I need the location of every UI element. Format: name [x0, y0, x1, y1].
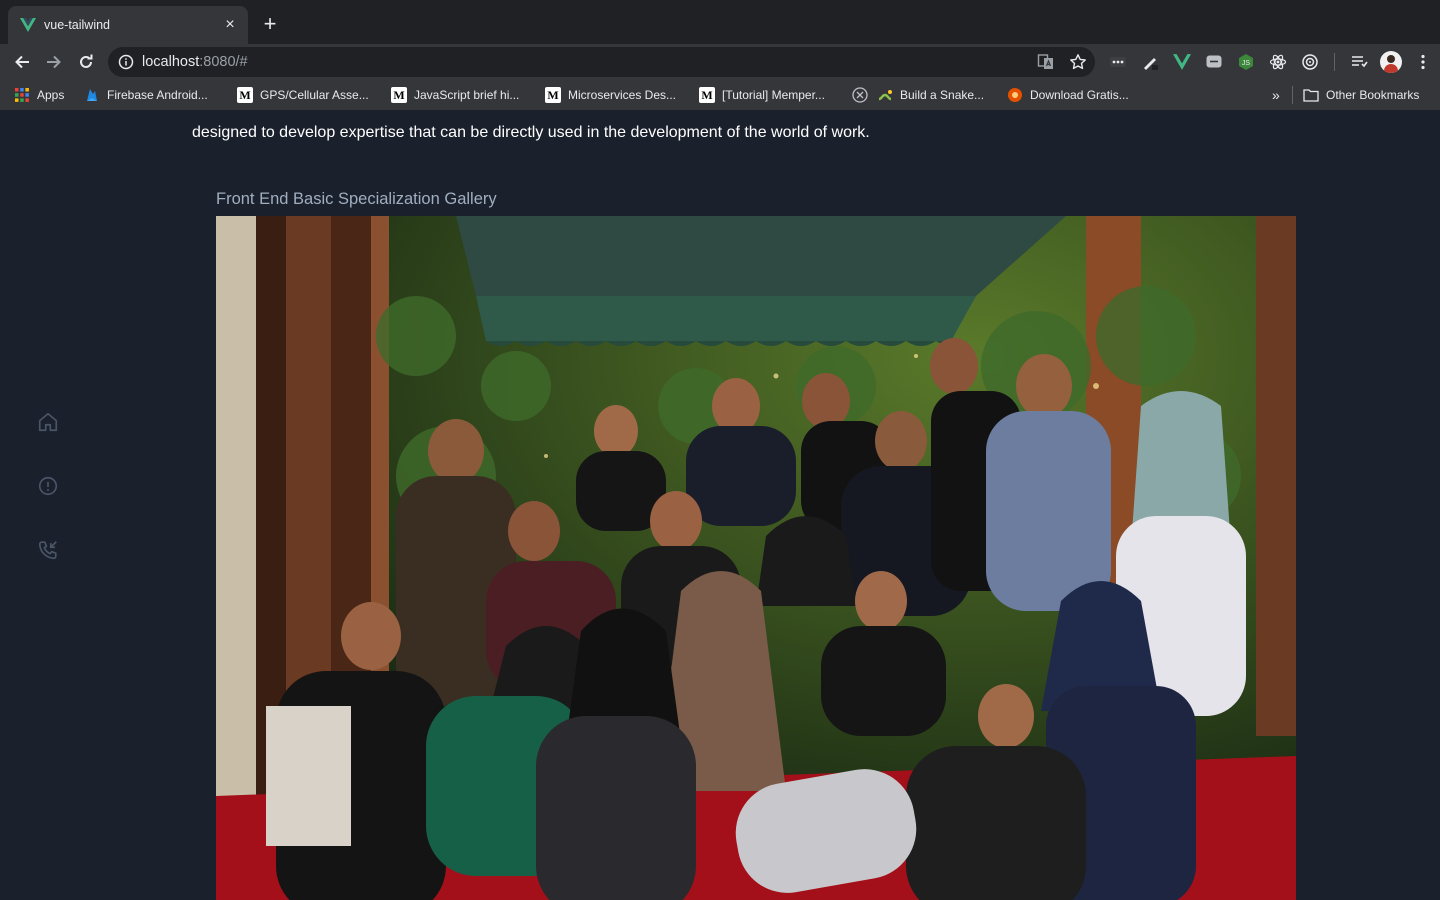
page-viewport: designed to develop expertise that can b… — [0, 110, 1440, 900]
pen-extension-icon[interactable] — [1138, 50, 1162, 74]
medium-icon: M — [391, 87, 407, 103]
medium-icon: M — [699, 87, 715, 103]
bookmarks-bar: Apps Firebase Android... M GPS/Cellular … — [0, 80, 1440, 110]
firebase-icon — [84, 87, 100, 103]
tab-title: vue-tailwind — [44, 18, 111, 32]
medium-icon: M — [237, 87, 253, 103]
bookmarks-overflow-button[interactable]: » — [1272, 86, 1280, 104]
side-nav — [28, 402, 68, 594]
bookmark-javascript[interactable]: M JavaScript brief hi... — [391, 86, 519, 104]
url-host: localhost — [142, 54, 200, 70]
reading-list-icon[interactable] — [1347, 50, 1371, 74]
gallery-title: Front End Basic Specialization Gallery — [216, 190, 497, 208]
phone-incoming-icon[interactable] — [28, 530, 68, 570]
reload-icon[interactable] — [74, 50, 98, 74]
bookmark-label: Microservices Des... — [568, 88, 677, 102]
extensions-bar: JS — [1106, 50, 1435, 74]
bookmark-download[interactable]: Download Gratis... — [1007, 86, 1129, 104]
dots-extension-icon[interactable] — [1106, 50, 1130, 74]
tab-close-icon[interactable]: × — [222, 17, 238, 33]
snake-icon — [877, 87, 893, 103]
bookmark-star-icon[interactable] — [1069, 53, 1087, 76]
back-arrow-icon[interactable] — [10, 50, 34, 74]
other-bookmarks-label: Other Bookmarks — [1326, 88, 1420, 102]
bookmark-label: GPS/Cellular Asse... — [260, 88, 369, 102]
kebab-menu-icon[interactable] — [1411, 50, 1435, 74]
target-extension-icon[interactable] — [1298, 50, 1322, 74]
other-bookmarks-folder[interactable]: Other Bookmarks — [1303, 86, 1419, 104]
circle-x-icon — [852, 87, 868, 103]
bookmark-label: Apps — [37, 88, 65, 102]
tab-strip: vue-tailwind × + — [0, 0, 1440, 44]
vue-logo-icon — [20, 17, 36, 33]
bookmark-firebase[interactable]: Firebase Android... — [84, 86, 208, 104]
intro-text: designed to develop expertise that can b… — [192, 124, 870, 141]
browser-toolbar: localhost:8080/# JS — [0, 44, 1440, 80]
gallery-photo — [216, 216, 1296, 900]
site-info-icon[interactable] — [118, 54, 134, 70]
bookmark-tutorial[interactable]: M [Tutorial] Memper... — [699, 86, 825, 104]
vue-devtools-icon[interactable] — [1170, 50, 1194, 74]
apps-grid-icon — [14, 87, 30, 103]
bookmark-label: Build a Snake... — [900, 88, 985, 102]
toolbar-divider — [1334, 53, 1335, 71]
translate-icon[interactable] — [1037, 53, 1055, 76]
medium-icon: M — [545, 87, 561, 103]
profile-avatar[interactable] — [1379, 50, 1403, 74]
bookmark-label: Download Gratis... — [1030, 88, 1129, 102]
intro-paragraph: designed to develop expertise that can b… — [192, 110, 1292, 146]
group-photo-illustration — [216, 216, 1296, 900]
bookmark-microservices[interactable]: M Microservices Des... — [545, 86, 676, 104]
bookmark-label: JavaScript brief hi... — [414, 88, 520, 102]
forward-arrow-icon[interactable] — [42, 50, 66, 74]
bookmark-apps[interactable]: Apps — [14, 86, 64, 104]
home-icon[interactable] — [28, 402, 68, 442]
bookmark-label: [Tutorial] Memper... — [722, 88, 825, 102]
react-devtools-icon[interactable] — [1266, 50, 1290, 74]
bookmark-snake[interactable]: Build a Snake... — [852, 86, 984, 104]
alert-circle-icon[interactable] — [28, 466, 68, 506]
url-path: :8080/# — [199, 54, 248, 70]
folder-icon — [1303, 87, 1319, 103]
new-tab-button[interactable]: + — [258, 13, 282, 35]
bookmark-label: Firebase Android... — [107, 88, 208, 102]
browser-tab[interactable]: vue-tailwind × — [8, 6, 248, 44]
address-bar[interactable]: localhost:8080/# — [108, 47, 1095, 77]
download-icon — [1007, 87, 1023, 103]
bookmarks-divider — [1292, 86, 1293, 104]
chat-extension-icon[interactable] — [1202, 50, 1226, 74]
nodejs-extension-icon[interactable]: JS — [1234, 50, 1258, 74]
bookmark-gps[interactable]: M GPS/Cellular Asse... — [237, 86, 369, 104]
svg-text:JS: JS — [1242, 60, 1251, 67]
